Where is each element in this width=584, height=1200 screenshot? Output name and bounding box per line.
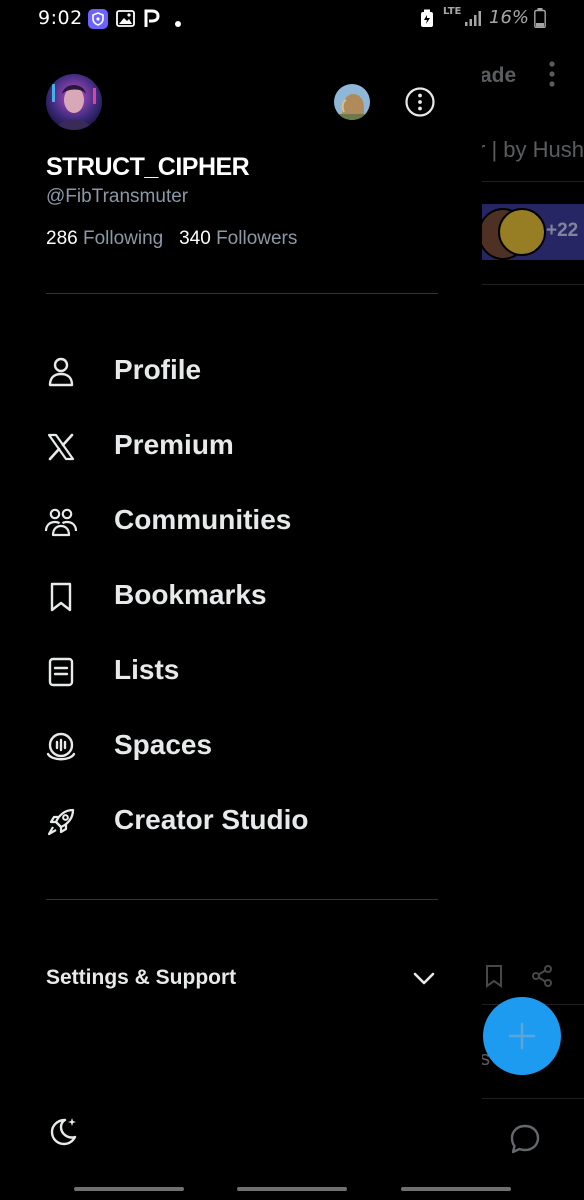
bg-bookmark-icon[interactable]: [484, 964, 504, 993]
status-time: 9:02: [38, 7, 83, 29]
more-options-button[interactable]: [404, 86, 436, 118]
display-name[interactable]: STRUCT_CIPHER: [46, 153, 250, 182]
messages-icon[interactable]: [508, 1122, 542, 1161]
switch-account-avatar[interactable]: [334, 84, 370, 120]
menu-label: Lists: [114, 654, 180, 685]
menu-item-profile[interactable]: Profile: [0, 343, 482, 399]
menu-label: Communities: [114, 504, 292, 535]
menu-label: Bookmarks: [114, 579, 267, 610]
user-handle[interactable]: @FibTransmuter: [46, 186, 188, 208]
status-bar: 9:02 LTE 16%: [0, 0, 584, 36]
menu-label: Spaces: [114, 729, 213, 760]
followers-label: Followers: [216, 228, 298, 249]
bg-header-fragment: ade: [480, 64, 517, 87]
following-label: Following: [82, 228, 164, 249]
battery-icon: [534, 8, 546, 33]
spaces-icon: [44, 730, 78, 764]
bookmark-icon: [44, 580, 78, 614]
signal-icon: [464, 9, 482, 32]
vpn-shield-icon: [88, 9, 108, 34]
bg-avatar-count: +22: [546, 220, 579, 241]
menu-label: Creator Studio: [114, 804, 309, 835]
bg-share-icon[interactable]: [530, 964, 554, 993]
battery-percent: 16%: [489, 7, 530, 28]
bg-divider: [480, 284, 584, 285]
battery-saver-icon: [420, 9, 434, 33]
menu-item-communities[interactable]: Communities: [0, 493, 482, 549]
menu-item-lists[interactable]: Lists: [0, 643, 482, 699]
nav-home-handle[interactable]: [237, 1187, 347, 1191]
network-type: LTE: [443, 6, 462, 17]
nav-back-handle[interactable]: [401, 1187, 511, 1191]
rocket-icon: [44, 805, 78, 839]
person-icon: [44, 355, 78, 389]
bg-divider: [480, 181, 584, 182]
list-icon: [44, 655, 78, 689]
avatar[interactable]: [46, 74, 102, 130]
nav-recents-handle[interactable]: [74, 1187, 184, 1191]
menu-label: Premium: [114, 429, 234, 460]
chevron-down-icon: [410, 964, 438, 992]
bg-divider: [480, 1098, 584, 1099]
followers-link[interactable]: 340 Followers: [179, 228, 297, 249]
theme-toggle-button[interactable]: [46, 1114, 80, 1148]
menu-item-spaces[interactable]: Spaces: [0, 718, 482, 774]
following-link[interactable]: 286 Following: [46, 228, 169, 249]
plus-icon: [508, 1022, 536, 1050]
notification-dot-icon: [175, 14, 181, 32]
bg-more-icon[interactable]: [546, 60, 558, 93]
x-logo-icon: [44, 430, 78, 464]
parking-icon: [144, 9, 160, 33]
navigation-drawer: STRUCT_CIPHER @FibTransmuter 286 Followi…: [0, 36, 482, 1200]
bg-spaces-card[interactable]: +22: [478, 204, 584, 260]
menu-item-bookmarks[interactable]: Bookmarks: [0, 568, 482, 624]
menu-item-creator-studio[interactable]: Creator Studio: [0, 793, 482, 849]
followers-count: 340: [179, 228, 211, 249]
communities-icon: [44, 505, 78, 539]
settings-support-toggle[interactable]: Settings & Support: [0, 948, 482, 1008]
settings-support-label: Settings & Support: [46, 966, 237, 989]
menu-label: Profile: [114, 354, 202, 385]
follow-stats: 286 Following 340 Followers: [46, 228, 297, 250]
menu-item-premium[interactable]: Premium: [0, 418, 482, 474]
bg-avatar: [498, 208, 546, 256]
divider: [46, 293, 438, 294]
more-circle-icon: [405, 87, 435, 117]
following-count: 286: [46, 228, 78, 249]
bg-title-fragment: r | by Hush: [478, 137, 584, 162]
compose-fab[interactable]: [483, 997, 561, 1075]
gallery-icon: [116, 9, 135, 33]
divider: [46, 899, 438, 900]
moon-icon: [50, 1118, 77, 1146]
